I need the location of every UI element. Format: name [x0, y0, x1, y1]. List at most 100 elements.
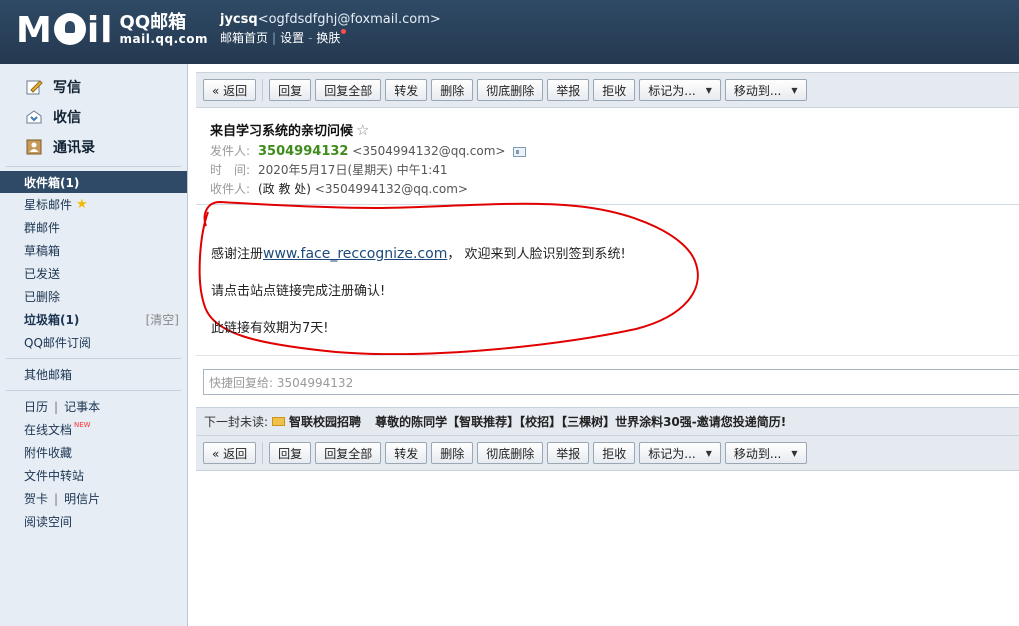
mark-as-label: 标记为... — [648, 446, 696, 461]
folder-deleted[interactable]: 已删除 — [0, 285, 187, 308]
empty-spam-link[interactable]: [清空] — [146, 311, 179, 328]
main-panel: « 返回 回复 回复全部 转发 删除 彻底删除 举报 拒收 标记为... ▼ 移动… — [196, 64, 1019, 626]
folder-other-mailboxes[interactable]: 其他邮箱 — [0, 363, 187, 386]
reply-all-button[interactable]: 回复全部 — [315, 79, 382, 101]
notification-dot — [341, 29, 347, 34]
registration-link[interactable]: www.face_reccognize.com — [263, 246, 447, 262]
contacts-button[interactable]: 通讯录 — [0, 132, 187, 162]
move-to-label: 移动到... — [733, 83, 782, 98]
mail-toolbar-top: « 返回 回复 回复全部 转发 删除 彻底删除 举报 拒收 标记为... ▼ 移动… — [196, 72, 1019, 108]
notebook-link[interactable]: 记事本 — [64, 398, 100, 415]
time-label: 时 间: — [210, 163, 251, 177]
folder-subscriptions[interactable]: QQ邮件订阅 — [0, 331, 187, 354]
compose-button[interactable]: 写信 — [0, 72, 187, 102]
dropdown-arrow-icon: ▼ — [705, 85, 712, 95]
divider — [6, 390, 181, 391]
time-row: 时 间: 2020年5月17日(星期天) 中午1:41 — [210, 161, 1019, 180]
delete-permanently-button[interactable]: 彻底删除 — [477, 442, 544, 464]
mail-subject-row: 来自学习系统的亲切问候 ☆ — [210, 120, 1019, 139]
delete-button[interactable]: 删除 — [431, 442, 474, 464]
envelope-icon — [272, 417, 286, 426]
dropdown-arrow-icon: ▼ — [705, 448, 712, 458]
back-button[interactable]: « 返回 — [203, 79, 257, 101]
delete-button[interactable]: 删除 — [431, 79, 474, 101]
folder-starred[interactable]: 星标邮件 ★ — [0, 193, 187, 216]
body-text: 感谢注册 — [211, 247, 264, 262]
mark-as-dropdown[interactable]: 标记为... ▼ — [639, 79, 721, 101]
move-to-dropdown[interactable]: 移动到... ▼ — [724, 442, 807, 464]
sender-row: 发件人: 3504994132 <3504994132@qq.com> — [210, 142, 1019, 161]
folder-spam[interactable]: 垃圾箱(1) [清空] — [0, 308, 187, 331]
mail-toolbar-bottom: « 返回 回复 回复全部 转发 删除 彻底删除 举报 拒收 标记为... ▼ 移动… — [196, 435, 1019, 471]
from-label: 发件人: — [210, 144, 251, 158]
user-email: <ogfdsdfghj@foxmail.com> — [257, 12, 441, 27]
divider — [196, 355, 1019, 356]
mail-body: 感谢注册www.face_reccognize.com， 欢迎来到人脸识别签到系… — [211, 236, 626, 347]
next-unread-label: 下一封未读: — [204, 415, 269, 429]
contact-card-icon[interactable] — [513, 146, 527, 157]
delete-permanently-button[interactable]: 彻底删除 — [477, 79, 544, 101]
settings-link[interactable]: 设置 — [280, 31, 304, 45]
mail-header: 来自学习系统的亲切问候 ☆ 发件人: 3504994132 <3504994132@… — [196, 108, 1019, 203]
sidebar: 写信 收信 通讯录 收件箱(1) 星标邮件 ★ 群邮件 草稿箱 已发送 已删除 垃… — [0, 64, 188, 626]
star-icon: ★ — [76, 197, 88, 212]
mail-subject: 来自学习系统的亲切问候 — [210, 124, 354, 139]
reading-space-link[interactable]: 阅读空间 — [0, 510, 187, 533]
compose-icon — [24, 78, 44, 96]
change-skin-link[interactable]: 换肤 — [316, 31, 340, 45]
move-to-dropdown[interactable]: 移动到... ▼ — [724, 79, 807, 101]
reply-button[interactable]: 回复 — [269, 79, 312, 101]
report-button[interactable]: 举报 — [547, 79, 590, 101]
user-info: jycsq<ogfdsdfghj@foxmail.com> 邮箱首页 | 设置 - 换肤 — [220, 12, 441, 45]
folder-group[interactable]: 群邮件 — [0, 216, 187, 239]
brand-url: mail.qq.com — [119, 31, 209, 46]
receive-label: 收信 — [53, 110, 81, 126]
qq-mail-logo[interactable]: Mil QQ邮箱 mail.qq.com — [16, 10, 208, 51]
file-transfer-link[interactable]: 文件中转站 — [0, 464, 187, 487]
back-button[interactable]: « 返回 — [203, 442, 257, 464]
new-badge: NEW — [74, 420, 91, 429]
folder-label: 星标邮件 — [24, 198, 73, 212]
receive-mail-button[interactable]: 收信 — [0, 102, 187, 132]
divider — [6, 166, 181, 167]
report-button[interactable]: 举报 — [547, 442, 590, 464]
online-docs-link[interactable]: 在线文档 — [24, 421, 72, 438]
inbox-receive-icon — [24, 108, 44, 126]
top-header: Mil QQ邮箱 mail.qq.com jycsq<ogfdsdfghj@fo… — [0, 0, 1019, 64]
contacts-label: 通讯录 — [53, 140, 95, 156]
folder-label: 垃圾箱(1) — [24, 313, 80, 327]
postcard-link[interactable]: 明信片 — [64, 490, 100, 507]
reply-button[interactable]: 回复 — [269, 442, 312, 464]
body-line-2: 请点击站点链接完成注册确认! — [211, 284, 386, 299]
calendar-link[interactable]: 日历 — [24, 398, 48, 415]
tools-row-calendar: 日历 | 记事本 — [24, 398, 101, 415]
sender-name[interactable]: 3504994132 — [258, 144, 348, 159]
user-nickname: jycsq — [220, 12, 258, 27]
tools-row-cards: 贺卡 | 明信片 — [24, 490, 101, 507]
attachments-link[interactable]: 附件收藏 — [0, 441, 187, 464]
star-toggle-icon[interactable]: ☆ — [356, 121, 369, 139]
mark-as-label: 标记为... — [648, 83, 696, 98]
forward-button[interactable]: 转发 — [385, 442, 428, 464]
reply-all-button[interactable]: 回复全部 — [315, 442, 382, 464]
reject-button[interactable]: 拒收 — [593, 442, 636, 464]
next-unread-sender[interactable]: 智联校园招聘 — [289, 413, 361, 430]
quick-reply-input[interactable]: 快捷回复给: 3504994132 — [203, 369, 1019, 395]
folder-inbox[interactable]: 收件箱(1) — [0, 171, 187, 193]
logo-mark: Mil — [16, 10, 114, 51]
body-text: ， 欢迎来到人脸识别签到系统! — [447, 247, 626, 262]
body-line-1: 感谢注册www.face_reccognize.com， 欢迎来到人脸识别签到系… — [211, 236, 626, 273]
time-value: 2020年5月17日(星期天) 中午1:41 — [258, 163, 448, 177]
dropdown-arrow-icon: ▼ — [791, 448, 798, 458]
folder-sent[interactable]: 已发送 — [0, 262, 187, 285]
contacts-icon — [24, 138, 44, 156]
body-line-3: 此链接有效期为7天! — [211, 321, 329, 336]
next-unread-subject[interactable]: 尊敬的陈同学【智联推荐】【校招】【三棵树】世界涂料30强-邀请您投递简历! — [375, 413, 786, 430]
mail-home-link[interactable]: 邮箱首页 — [220, 31, 268, 45]
compose-label: 写信 — [53, 80, 81, 96]
folder-drafts[interactable]: 草稿箱 — [0, 239, 187, 262]
reject-button[interactable]: 拒收 — [593, 79, 636, 101]
forward-button[interactable]: 转发 — [385, 79, 428, 101]
mark-as-dropdown[interactable]: 标记为... ▼ — [639, 442, 721, 464]
greeting-card-link[interactable]: 贺卡 — [24, 490, 48, 507]
